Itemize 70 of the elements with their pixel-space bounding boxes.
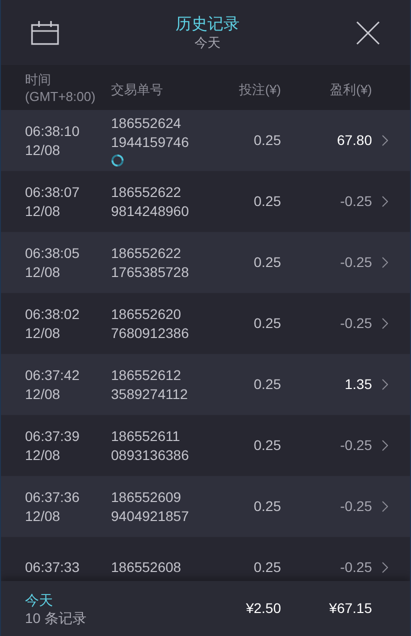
time-text: 06:37:36	[25, 488, 80, 506]
order-number: 186552624	[111, 114, 182, 133]
profit-text: -0.25	[339, 558, 372, 577]
order-number: 9814248960	[111, 202, 190, 220]
order-number: 186552611	[111, 426, 182, 446]
date-text: 12/08	[25, 506, 62, 526]
time-text: 06:38:10	[25, 122, 80, 140]
calendar-icon[interactable]	[31, 20, 59, 44]
profit-text: 1.35	[344, 375, 372, 394]
record-row[interactable]: 06:38:05 12/08 186552622 1765385728 0.25 -0.25	[1, 232, 410, 293]
order-number: 186552608	[111, 558, 182, 577]
stake-text: 0.25	[252, 131, 281, 150]
close-icon[interactable]	[356, 20, 380, 44]
profit-text: -0.25	[339, 436, 372, 455]
total-stake: ¥2.50	[244, 599, 281, 618]
chevron-right-icon[interactable]	[382, 135, 388, 146]
date-text: 12/08	[25, 324, 62, 342]
time-text: 06:37:33	[25, 558, 80, 577]
order-number: 186552609	[111, 488, 182, 506]
stake-text: 0.25	[252, 497, 281, 516]
chevron-right-icon[interactable]	[382, 257, 388, 268]
column-header: 盈利(¥)	[329, 80, 372, 99]
stake-text: 0.25	[252, 375, 281, 394]
chevron-right-icon[interactable]	[382, 440, 388, 451]
chevron-right-icon[interactable]	[382, 501, 388, 512]
order-number: 186552620	[111, 304, 182, 324]
time-text: 06:38:02	[25, 304, 80, 324]
order-number: 1944159746	[111, 133, 190, 152]
column-header: 交易单号	[111, 80, 164, 99]
summary-period: 今天	[25, 590, 54, 608]
record-row[interactable]: 06:37:36 12/08 186552609 9404921857 0.25 -0.25	[1, 476, 410, 537]
profit-text: -0.25	[339, 314, 372, 333]
date-text: 12/08	[25, 140, 62, 160]
order-number: 186552622	[111, 244, 182, 262]
page-title: 历史记录	[176, 14, 240, 34]
time-text: 06:38:05	[25, 244, 80, 262]
time-text: 06:38:07	[25, 182, 80, 202]
chevron-right-icon[interactable]	[382, 562, 388, 573]
date-text: 12/08	[25, 384, 62, 404]
column-header: 时间 (GMT+8:00)	[25, 70, 96, 104]
chevron-right-icon[interactable]	[382, 318, 388, 329]
chevron-right-icon[interactable]	[382, 379, 388, 390]
date-text: 12/08	[25, 202, 62, 220]
order-number: 0893136386	[111, 446, 190, 464]
order-number: 9404921857	[111, 506, 190, 526]
stake-text: 0.25	[252, 314, 281, 333]
profit-text: -0.25	[339, 253, 372, 272]
order-number: 1765385728	[111, 262, 190, 282]
date-text: 12/08	[25, 446, 62, 464]
time-text: 06:37:42	[25, 366, 80, 384]
profit-text: -0.25	[339, 497, 372, 516]
total-profit: ¥67.15	[328, 599, 372, 618]
page-subtitle: 今天	[194, 34, 220, 50]
stake-text: 0.25	[252, 192, 281, 211]
stake-text: 0.25	[252, 253, 281, 272]
record-row[interactable]: 06:38:10 12/08 186552624 1944159746 0.25 67.80	[1, 110, 410, 171]
order-number: 186552622	[111, 182, 182, 202]
order-number: 186552612	[111, 366, 182, 384]
profit-text: 67.80	[336, 131, 372, 150]
stake-text: 0.25	[252, 436, 281, 455]
chevron-right-icon[interactable]	[382, 196, 388, 207]
record-count: 10 条记录	[25, 608, 88, 626]
order-number: 7680912386	[111, 324, 190, 342]
order-number: 3589274112	[111, 384, 189, 404]
profit-text: -0.25	[339, 192, 372, 211]
date-text: 12/08	[25, 262, 62, 282]
column-header: 投注(¥)	[238, 80, 281, 99]
record-row[interactable]: 06:37:42 12/08 186552612 3589274112 0.25 1.35	[1, 354, 410, 415]
stake-text: 0.25	[252, 558, 281, 577]
time-text: 06:37:39	[25, 426, 80, 446]
